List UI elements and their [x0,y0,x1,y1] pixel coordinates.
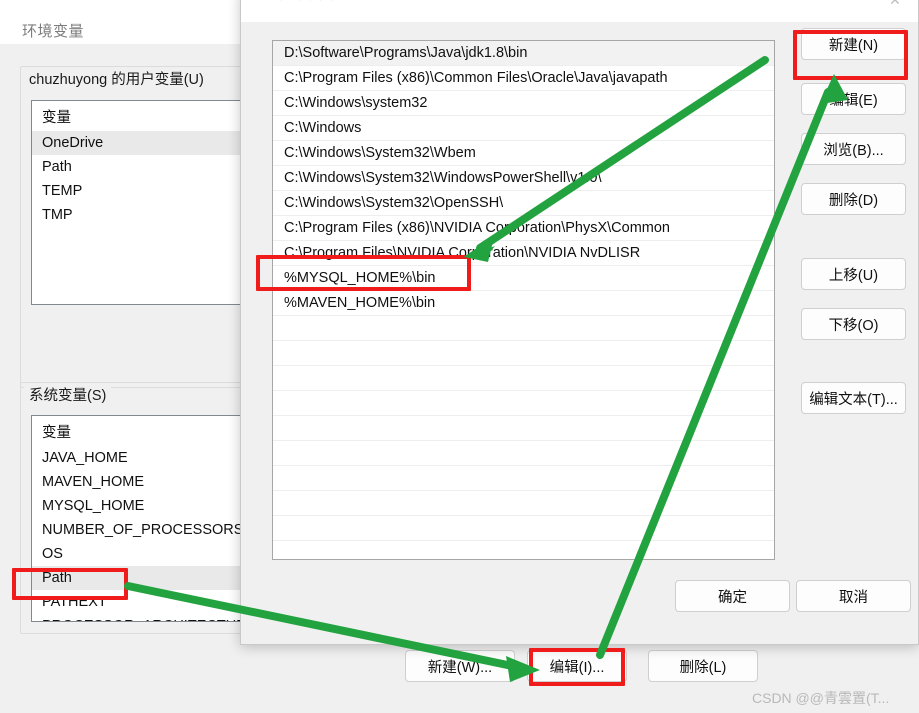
delete-path-button[interactable]: 删除(D) [801,183,906,215]
path-entry-row-mysql-home[interactable]: %MYSQL_HOME%\bin [273,266,774,291]
path-entry-row[interactable]: C:\Program Files (x86)\NVIDIA Corporatio… [273,216,774,241]
screen: 环境变量 chuzhuyong 的用户变量(U) 变量 OneDrive Pat… [0,0,919,713]
watermark-csdn: CSDN @@青 [752,690,838,706]
path-entry-row[interactable]: C:\Program Files (x86)\Common Files\Orac… [273,66,774,91]
cancel-button[interactable]: 取消 [796,580,911,612]
system-variables-column-header: 变量 [42,425,71,441]
path-entries-list[interactable]: D:\Software\Programs\Java\jdk1.8\bin C:\… [272,40,775,560]
edit-path-button[interactable]: 编辑(E) [801,83,906,115]
path-entry-row[interactable]: C:\Windows\System32\WindowsPowerShell\v1… [273,166,774,191]
user-variables-column-header: 变量 [42,110,71,126]
ok-button[interactable]: 确定 [675,580,790,612]
path-entry-row[interactable]: C:\Windows\System32\Wbem [273,141,774,166]
path-entry-row[interactable] [273,516,774,541]
list-item[interactable]: OneDrive [32,131,264,155]
move-down-button[interactable]: 下移(O) [801,308,906,340]
list-item[interactable]: PATHEXT [32,590,264,614]
path-entry-row[interactable] [273,491,774,516]
dialog-title: 编辑环境变量 [263,0,347,4]
path-entry-row[interactable]: C:\Windows\System32\OpenSSH\ [273,191,774,216]
list-item[interactable]: NUMBER_OF_PROCESSORS [32,518,264,542]
close-icon[interactable]: ✕ [872,0,918,10]
path-entry-row[interactable] [273,441,774,466]
path-entry-row[interactable] [273,316,774,341]
delete-system-variable-button[interactable]: 删除(L) [648,650,758,682]
background-window-title: 环境变量 [22,23,85,40]
system-variables-list[interactable]: 变量 JAVA_HOME MAVEN_HOME MYSQL_HOME NUMBE… [31,415,265,622]
dialog-titlebar: 编辑环境变量 ✕ [241,0,918,22]
new-path-button[interactable]: 新建(N) [801,28,906,60]
path-entry-row[interactable] [273,341,774,366]
edit-environment-variable-dialog: 编辑环境变量 ✕ D:\Software\Programs\Java\jdk1.… [240,0,919,645]
path-entry-row[interactable]: C:\Windows [273,116,774,141]
path-entry-row[interactable]: C:\Windows\system32 [273,91,774,116]
browse-path-button[interactable]: 浏览(B)... [801,133,906,165]
path-entry-row[interactable] [273,391,774,416]
user-variables-list[interactable]: 变量 OneDrive Path TEMP TMP [31,100,265,305]
watermark-author: 雲置(T... [838,690,890,706]
list-item[interactable]: JAVA_HOME [32,446,264,470]
path-entry-row[interactable]: D:\Software\Programs\Java\jdk1.8\bin [273,41,774,66]
move-up-button[interactable]: 上移(U) [801,258,906,290]
list-item[interactable]: PROCESSOR_ARCHITECTURE [32,614,264,621]
list-item[interactable]: TEMP [32,179,264,203]
list-item[interactable]: TMP [32,203,264,227]
user-variables-legend: chuzhuyong 的用户变量(U) [24,68,209,89]
list-item[interactable]: OS [32,542,264,566]
list-item[interactable]: Path [32,155,264,179]
edit-text-button[interactable]: 编辑文本(T)... [801,382,906,414]
path-entry-row[interactable] [273,366,774,391]
path-entry-row[interactable] [273,416,774,441]
list-item[interactable]: MYSQL_HOME [32,494,264,518]
list-item-path[interactable]: Path [32,566,264,590]
system-variables-legend: 系统变量(S) [24,384,112,405]
path-entry-row[interactable] [273,541,774,559]
edit-system-variable-button[interactable]: 编辑(I)... [527,650,627,682]
path-entry-row-maven-home[interactable]: %MAVEN_HOME%\bin [273,291,774,316]
list-item[interactable]: MAVEN_HOME [32,470,264,494]
path-entry-row[interactable] [273,466,774,491]
path-entry-row[interactable]: C:\Program Files\NVIDIA Corporation\NVID… [273,241,774,266]
new-system-variable-button[interactable]: 新建(W)... [405,650,515,682]
